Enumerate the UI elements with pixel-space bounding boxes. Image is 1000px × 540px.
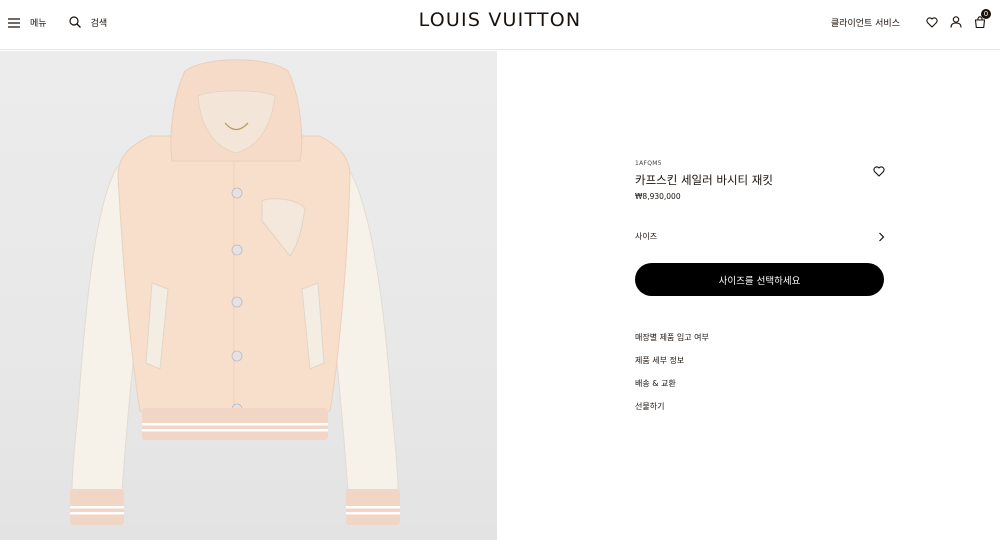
jacket-illustration xyxy=(70,59,400,525)
size-selector[interactable]: 사이즈 xyxy=(635,229,885,243)
user-icon[interactable] xyxy=(950,13,962,32)
store-availability-link[interactable]: 매장별 제품 입고 여부 xyxy=(635,332,885,355)
product-info-panel: 1AFQM5 카프스킨 세일러 바시티 재킷 ₩8,930,000 사이즈 사이… xyxy=(635,160,885,424)
shipping-returns-link[interactable]: 배송 & 교환 xyxy=(635,378,885,401)
client-service-link[interactable]: 클라이언트 서비스 xyxy=(831,16,900,29)
select-size-button[interactable]: 사이즈를 선택하세요 xyxy=(635,263,884,296)
site-header: 메뉴 검색 LOUIS VUITTON 클라이언트 서비스 0 xyxy=(0,0,1000,50)
product-price: ₩8,930,000 xyxy=(635,192,681,201)
product-links: 매장별 제품 입고 여부 제품 세부 정보 배송 & 교환 선물하기 xyxy=(635,332,885,424)
product-name: 카프스킨 세일러 바시티 재킷 xyxy=(635,173,773,187)
heart-icon[interactable] xyxy=(926,13,938,32)
product-sku: 1AFQM5 xyxy=(635,160,662,167)
gift-link[interactable]: 선물하기 xyxy=(635,401,885,424)
heart-icon[interactable] xyxy=(873,162,885,181)
product-image xyxy=(0,51,497,540)
header-right: 클라이언트 서비스 0 xyxy=(831,9,991,32)
chevron-right-icon xyxy=(878,227,885,246)
size-label: 사이즈 xyxy=(635,231,658,241)
shopping-bag-icon[interactable]: 0 xyxy=(974,9,991,32)
product-details-link[interactable]: 제품 세부 정보 xyxy=(635,355,885,378)
cart-count-badge: 0 xyxy=(981,9,991,19)
